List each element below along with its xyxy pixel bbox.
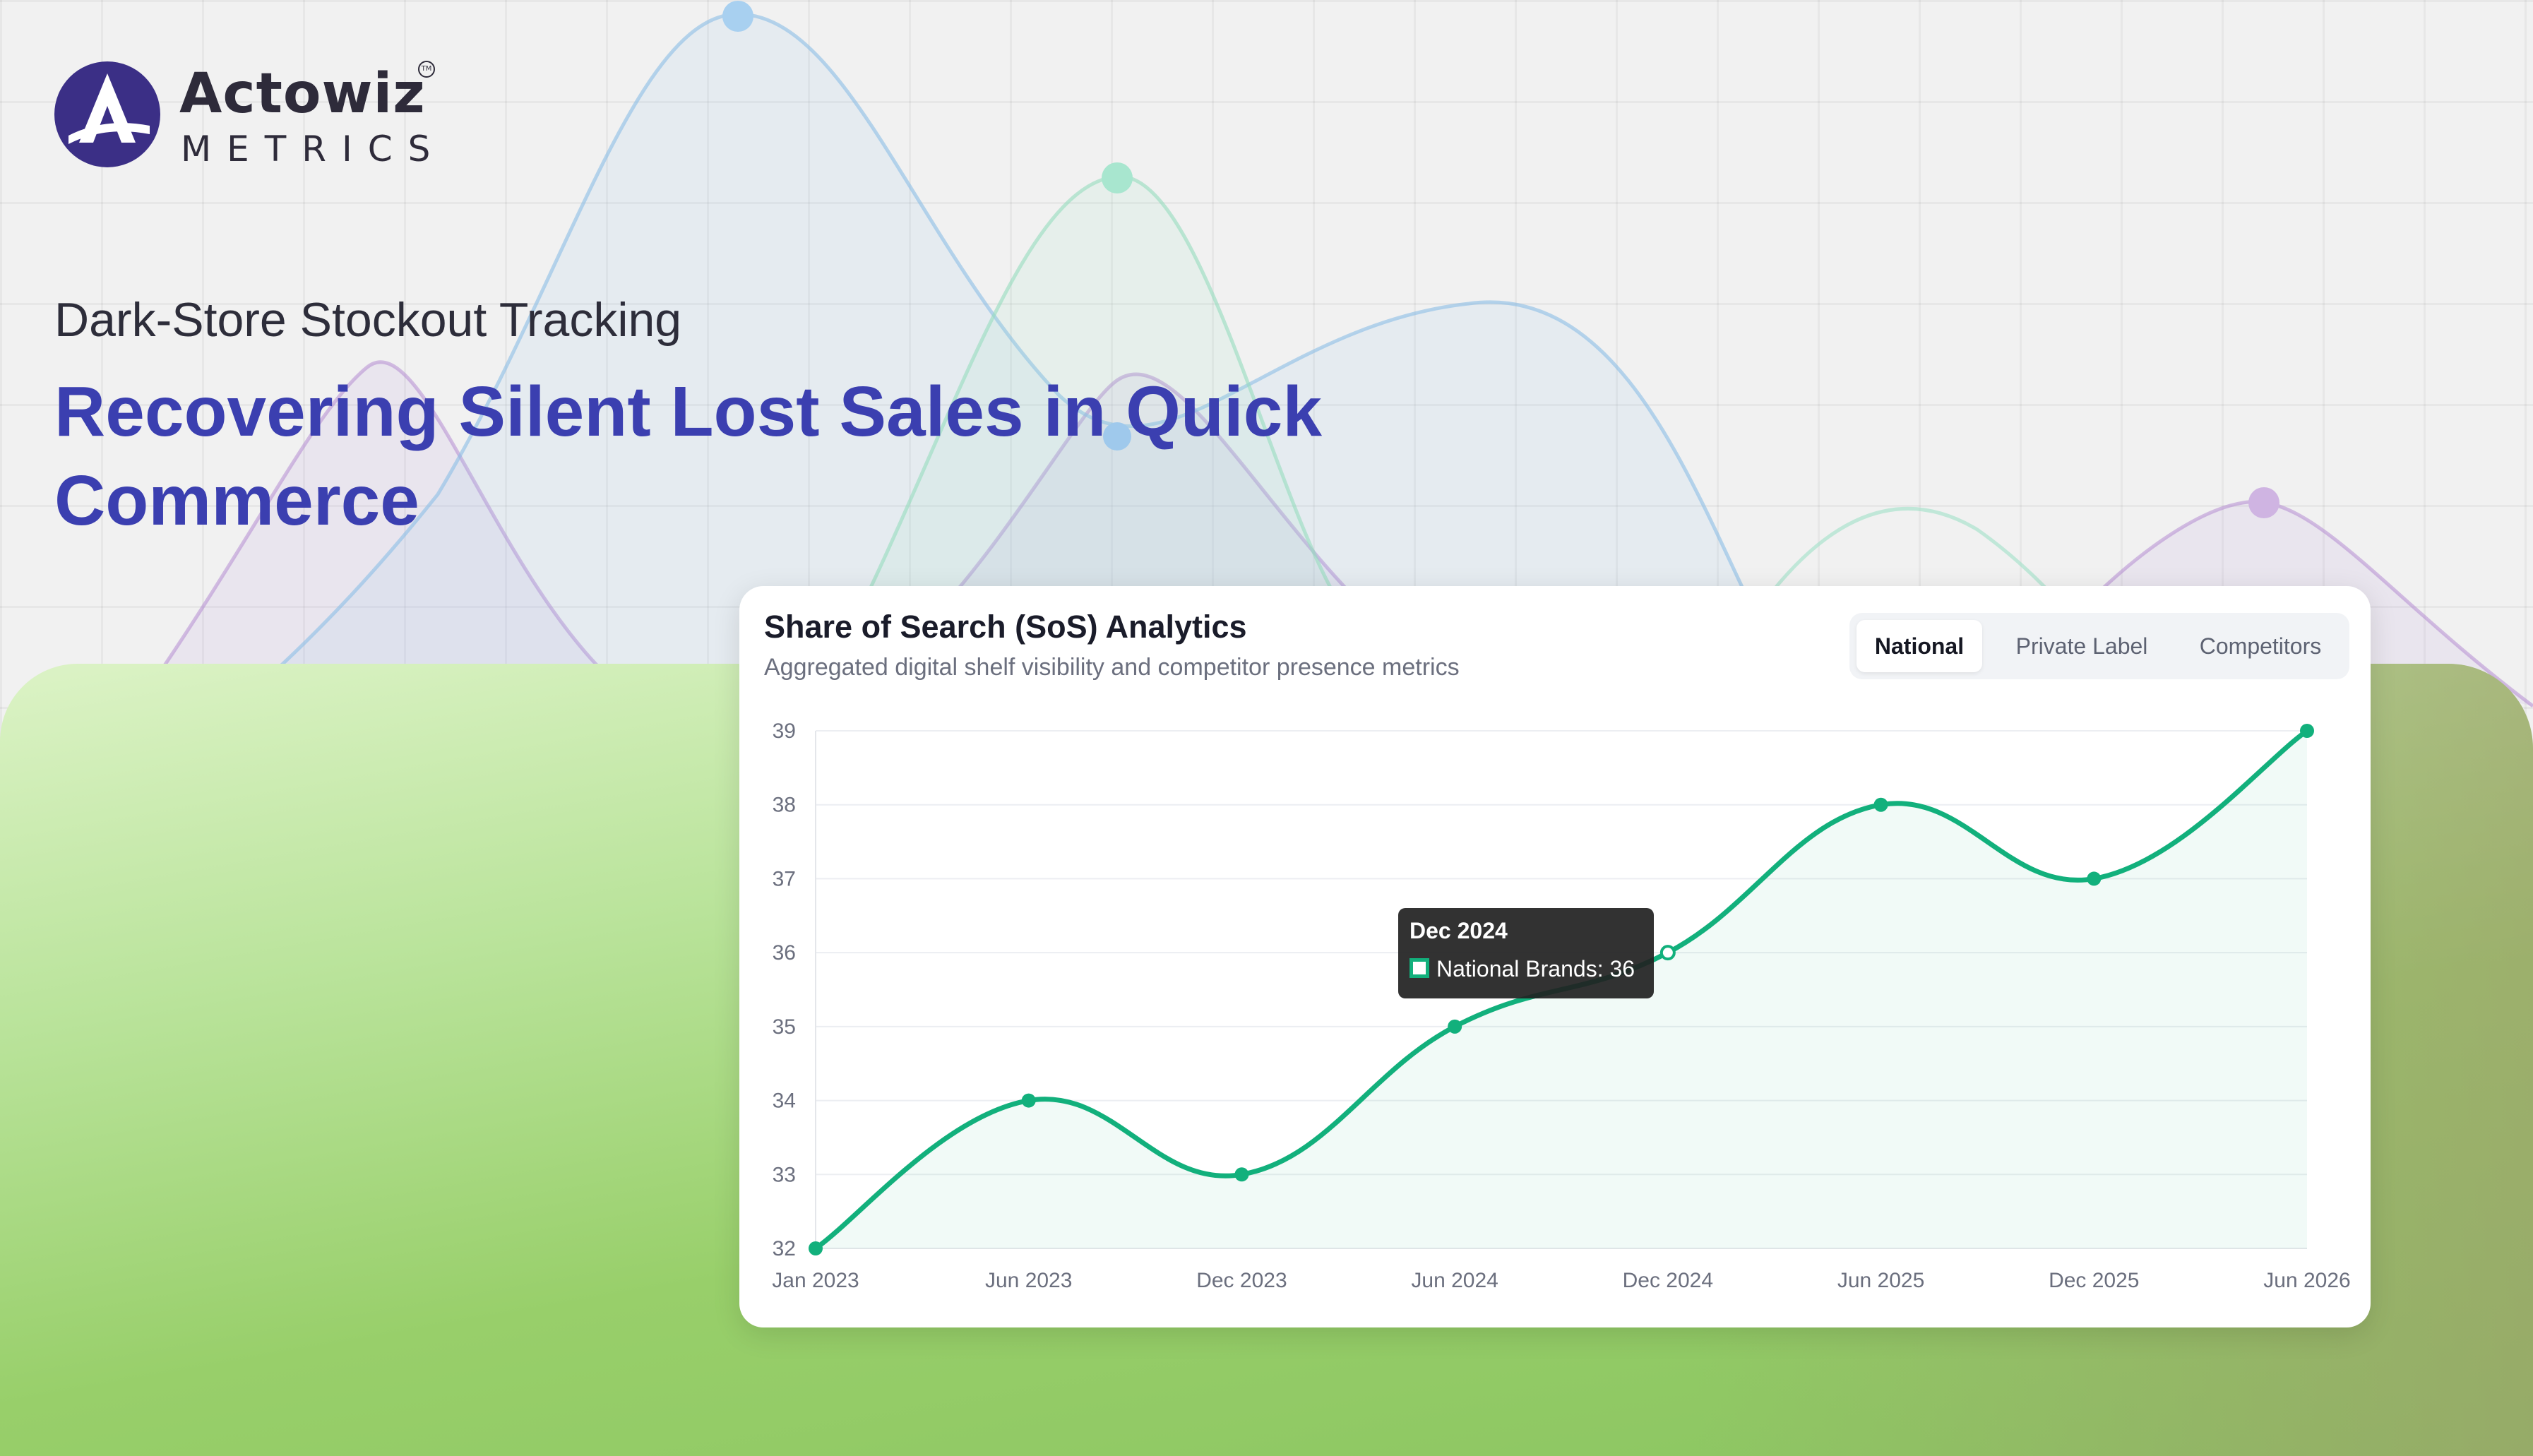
data-point[interactable] xyxy=(1873,797,1888,812)
data-point[interactable] xyxy=(2087,871,2102,886)
brand-subtitle: METRICS xyxy=(181,129,446,169)
chart-tooltip: Dec 2024 National Brands: 36 xyxy=(1398,908,1654,998)
x-tick-label: Dec 2024 xyxy=(1623,1269,1713,1292)
data-point[interactable] xyxy=(1448,1019,1462,1034)
y-tick-label: 35 xyxy=(773,1015,796,1039)
y-tick-label: 33 xyxy=(773,1163,796,1186)
actowiz-logo-icon xyxy=(54,61,160,167)
sos-analytics-card: Share of Search (SoS) Analytics Aggregat… xyxy=(739,586,2371,1327)
data-point-highlighted[interactable] xyxy=(1659,945,1676,961)
tooltip-value: National Brands: 36 xyxy=(1436,956,1635,981)
y-tick-label: 34 xyxy=(773,1090,796,1113)
x-tick-label: Dec 2025 xyxy=(2049,1269,2139,1292)
x-tick-label: Jan 2023 xyxy=(772,1269,859,1292)
data-point[interactable] xyxy=(1234,1167,1249,1182)
hero-kicker: Dark-Store Stockout Tracking xyxy=(54,293,682,347)
data-point[interactable] xyxy=(1021,1093,1036,1108)
trademark-badge: TM xyxy=(418,61,435,78)
x-tick-label: Dec 2023 xyxy=(1196,1269,1287,1292)
x-tick-label: Jun 2026 xyxy=(2263,1269,2350,1292)
brand-logo[interactable]: Actowiz TM METRICS xyxy=(51,58,446,178)
tooltip-title: Dec 2024 xyxy=(1409,918,1508,943)
tooltip-swatch xyxy=(1409,958,1429,978)
data-point[interactable] xyxy=(2300,724,2314,738)
x-tick-label: Jun 2025 xyxy=(1837,1269,1924,1292)
brand-name: Actowiz xyxy=(179,62,426,126)
y-tick-label: 32 xyxy=(773,1237,796,1260)
y-tick-label: 38 xyxy=(773,794,796,817)
x-tick-label: Jun 2024 xyxy=(1411,1269,1498,1292)
y-tick-label: 39 xyxy=(773,720,796,743)
y-tick-label: 36 xyxy=(773,941,796,965)
data-point[interactable] xyxy=(809,1241,823,1255)
y-tick-label: 37 xyxy=(773,867,796,890)
hero-headline: Recovering Silent Lost Sales in Quick Co… xyxy=(54,372,1322,540)
x-tick-label: Jun 2023 xyxy=(985,1269,1072,1292)
